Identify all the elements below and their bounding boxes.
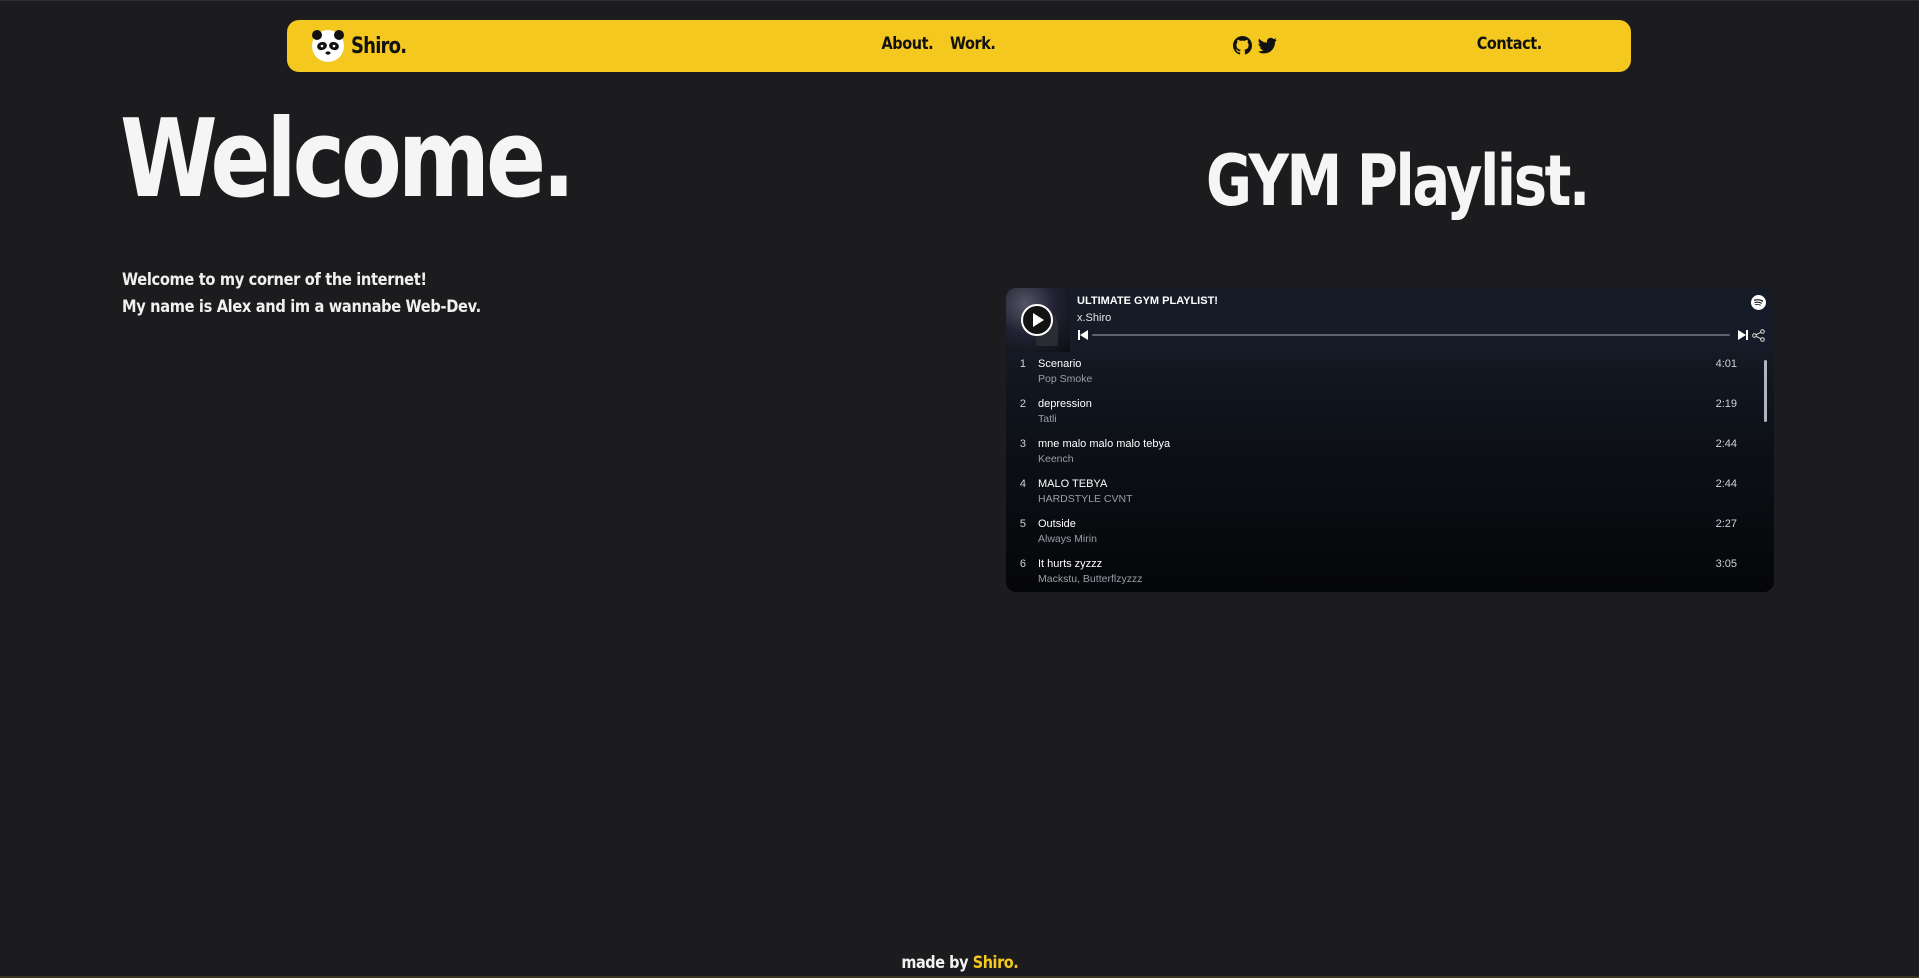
track-title: mne malo malo malo tebya: [1038, 438, 1171, 450]
play-button[interactable]: [1021, 304, 1053, 336]
track-artist: HARDSTYLE CVNT: [1038, 493, 1133, 505]
playlist-name[interactable]: ULTIMATE GYM PLAYLIST!: [1077, 295, 1218, 307]
track-number: 5: [1019, 518, 1026, 530]
track-title: Outside: [1038, 518, 1076, 530]
nav-contact-link[interactable]: Contact.: [1477, 34, 1542, 54]
track-row[interactable]: 4 MALO TEBYA HARDSTYLE CVNT 2:44: [1006, 472, 1766, 512]
player-header: ULTIMATE GYM PLAYLIST! x.Shiro: [1006, 288, 1774, 352]
page: Shiro. About. Work. Contact. Welcome. We…: [0, 0, 1919, 978]
nav-about-link[interactable]: About.: [882, 34, 934, 54]
track-row[interactable]: 2 depression Tatli 2:19: [1006, 392, 1766, 432]
footer: made by Shiro.: [0, 953, 1919, 973]
footer-credit: made by Shiro.: [901, 953, 1018, 973]
track-artist: Tatli: [1038, 413, 1057, 425]
welcome-title: Welcome.: [120, 97, 576, 222]
track-title: Scenario: [1038, 358, 1082, 370]
track-row[interactable]: 5 Outside Always Mirin 2:27: [1006, 512, 1766, 552]
track-duration: 2:27: [1715, 518, 1737, 530]
brand-link[interactable]: Shiro.: [311, 28, 418, 64]
footer-prefix: made by: [900, 953, 973, 973]
track-number: 6: [1019, 558, 1026, 570]
spotify-icon[interactable]: [1751, 295, 1766, 310]
track-title: MALO TEBYA: [1038, 478, 1108, 490]
track-artist: Keench: [1038, 453, 1074, 465]
navbar: Shiro. About. Work. Contact.: [287, 20, 1631, 72]
intro-text: Welcome to my corner of the internet! My…: [122, 267, 481, 321]
intro-line-2: My name is Alex and im a wannabe Web-Dev…: [122, 297, 481, 317]
github-icon[interactable]: [1233, 36, 1252, 55]
brand-name: Shiro.: [351, 33, 407, 59]
social-links: [1233, 36, 1277, 55]
footer-brand-link[interactable]: Shiro.: [972, 953, 1018, 973]
playlist-owner[interactable]: x.Shiro: [1077, 312, 1111, 324]
progress-bar[interactable]: [1092, 334, 1730, 336]
panda-logo-icon: [312, 30, 344, 62]
share-icon[interactable]: [1752, 329, 1765, 342]
track-number: 4: [1019, 478, 1026, 490]
track-duration: 3:05: [1715, 558, 1737, 570]
spotify-embed: ULTIMATE GYM PLAYLIST! x.Shiro 1 Scenari…: [1006, 288, 1774, 592]
track-number: 2: [1019, 398, 1026, 410]
track-list-scrollbar[interactable]: [1764, 360, 1767, 422]
nav-work-link[interactable]: Work.: [950, 34, 996, 54]
track-list: 1 Scenario Pop Smoke 4:01 2 depression T…: [1006, 352, 1774, 592]
track-number: 1: [1019, 358, 1026, 370]
track-duration: 2:19: [1715, 398, 1737, 410]
track-row[interactable]: 1 Scenario Pop Smoke 4:01: [1006, 352, 1766, 392]
track-artist: Always Mirin: [1038, 533, 1097, 545]
track-duration: 2:44: [1715, 438, 1737, 450]
skip-forward-icon[interactable]: [1737, 330, 1749, 340]
track-number: 3: [1019, 438, 1026, 450]
track-artist: Mackstu, Butterflzyzzz: [1038, 573, 1143, 585]
track-title: It hurts zyzzz: [1038, 558, 1103, 570]
track-row[interactable]: 6 It hurts zyzzz Mackstu, Butterflzyzzz …: [1006, 552, 1766, 592]
playlist-section-title: GYM Playlist.: [1206, 140, 1590, 222]
nav-links: About. Work.: [877, 34, 999, 54]
track-row[interactable]: 3 mne malo malo malo tebya Keench 2:44: [1006, 432, 1766, 472]
track-duration: 2:44: [1715, 478, 1737, 490]
track-duration: 4:01: [1715, 358, 1737, 370]
intro-line-1: Welcome to my corner of the internet!: [122, 270, 427, 290]
track-artist: Pop Smoke: [1038, 373, 1093, 385]
track-title: depression: [1038, 398, 1092, 410]
skip-back-icon[interactable]: [1077, 330, 1089, 340]
twitter-icon[interactable]: [1258, 36, 1277, 55]
